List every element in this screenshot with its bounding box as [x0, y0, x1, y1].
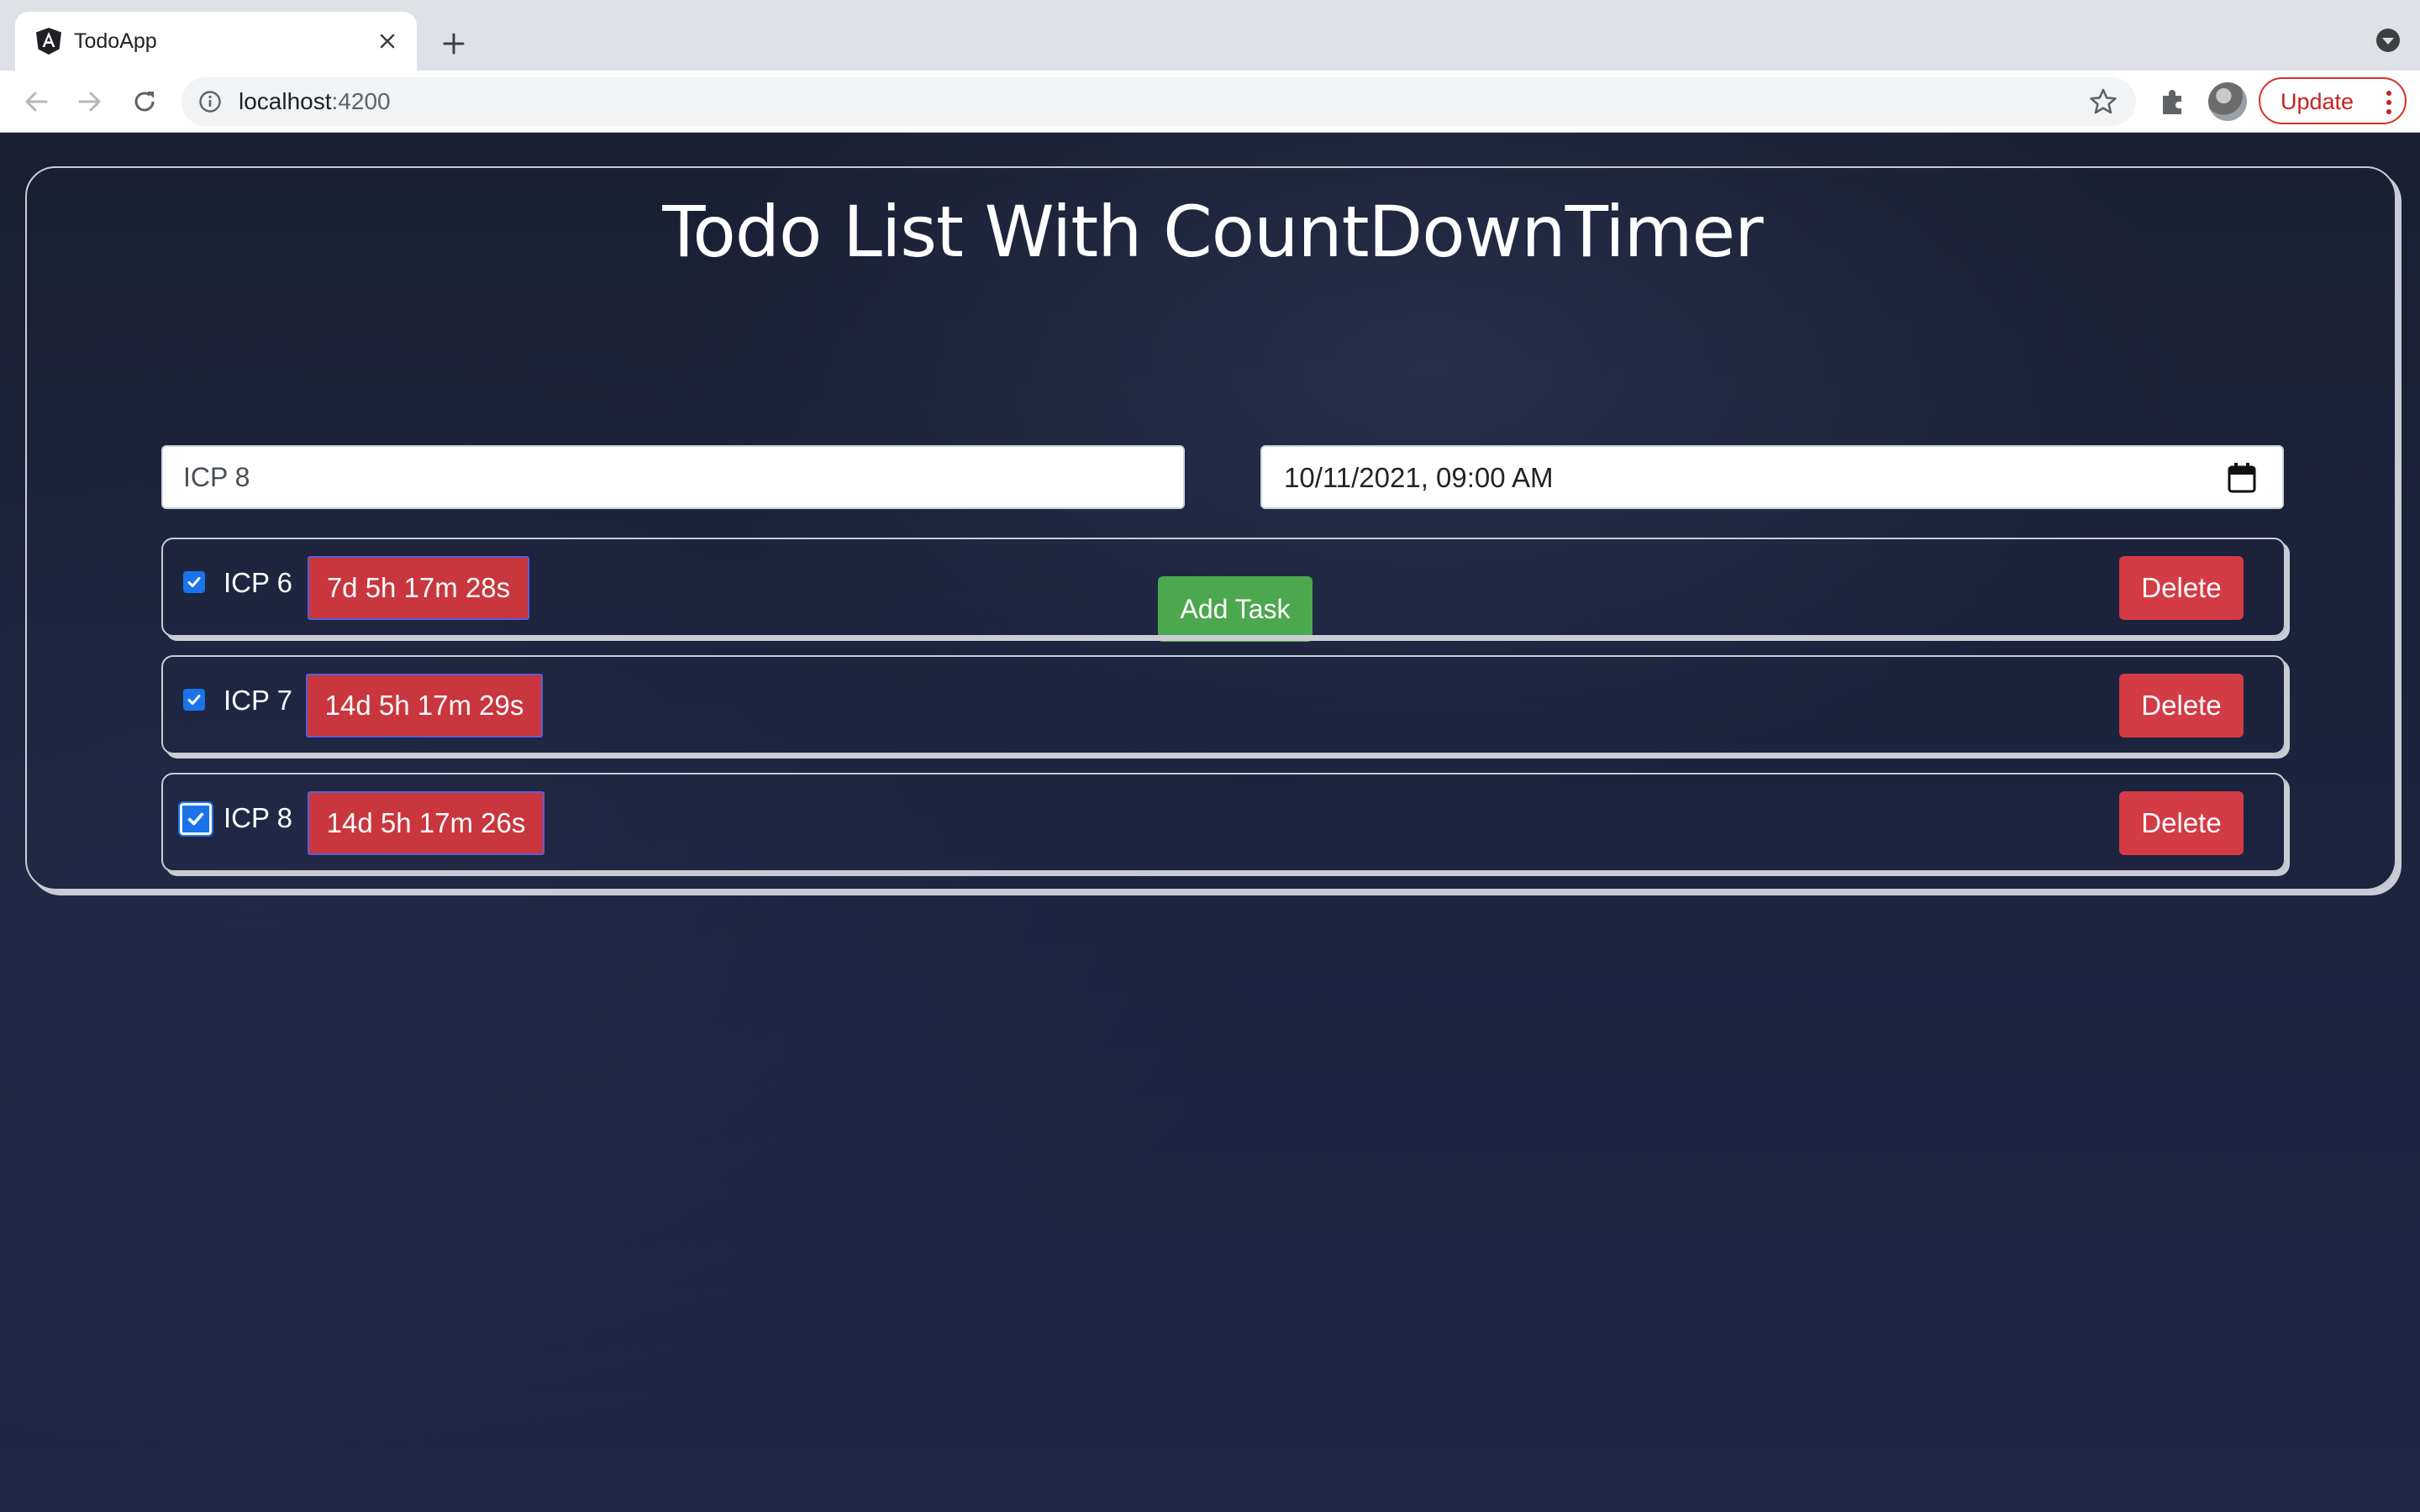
countdown-badge: 7d 5h 17m 28s: [308, 556, 529, 620]
close-icon[interactable]: [371, 25, 403, 57]
update-label: Update: [2281, 89, 2354, 114]
todo-item: ICP 8 14d 5h 17m 26s Delete: [161, 773, 2286, 872]
todo-card: Todo List With CountDownTimer 10/11/2021…: [25, 166, 2396, 890]
bookmark-star-icon[interactable]: [2089, 87, 2118, 116]
countdown-badge: 14d 5h 17m 26s: [308, 791, 544, 855]
url-host: localhost: [239, 88, 332, 114]
task-checkbox[interactable]: [183, 571, 205, 593]
back-icon[interactable]: [15, 81, 57, 123]
new-tab-icon[interactable]: [434, 24, 474, 64]
forward-icon[interactable]: [69, 81, 111, 123]
task-checkbox[interactable]: [183, 689, 205, 711]
task-checkbox[interactable]: [178, 801, 213, 837]
task-name: ICP 7: [224, 685, 292, 716]
countdown-badge: 14d 5h 17m 29s: [306, 674, 543, 738]
tab-search-icon[interactable]: [2375, 27, 2402, 54]
task-name: ICP 8: [224, 802, 292, 833]
deadline-datetime-input[interactable]: 10/11/2021, 09:00 AM: [1260, 445, 2284, 509]
reload-icon[interactable]: [124, 81, 166, 123]
more-vert-icon: [2386, 91, 2391, 114]
extensions-puzzle-icon[interactable]: [2156, 84, 2190, 118]
url-text[interactable]: localhost:4200: [239, 87, 391, 116]
browser-tab[interactable]: TodoApp: [15, 12, 417, 71]
todo-item: ICP 7 14d 5h 17m 29s Delete: [161, 655, 2286, 754]
task-name: ICP 6: [224, 567, 292, 598]
url-port: :4200: [331, 88, 391, 114]
delete-button[interactable]: Delete: [2119, 791, 2244, 855]
tab-title: TodoApp: [74, 29, 157, 53]
profile-avatar[interactable]: [2208, 82, 2247, 121]
delete-button[interactable]: Delete: [2119, 674, 2244, 738]
site-info-icon[interactable]: [198, 90, 222, 113]
calendar-icon[interactable]: [2227, 462, 2257, 494]
task-name-input[interactable]: [161, 445, 1185, 509]
deadline-value: 10/11/2021, 09:00 AM: [1284, 462, 1554, 493]
angular-logo-icon: [36, 28, 61, 55]
delete-button[interactable]: Delete: [2119, 556, 2244, 620]
update-button[interactable]: Update: [2259, 77, 2407, 124]
browser-toolbar: localhost:4200 Update: [0, 71, 2420, 133]
page-title: Todo List With CountDownTimer: [662, 191, 1763, 273]
page-viewport: Todo List With CountDownTimer 10/11/2021…: [0, 133, 2420, 1512]
tab-strip: TodoApp: [0, 0, 2420, 71]
address-bar[interactable]: localhost:4200: [182, 77, 2136, 126]
todo-item: ICP 6 7d 5h 17m 28s Delete: [161, 538, 2286, 637]
